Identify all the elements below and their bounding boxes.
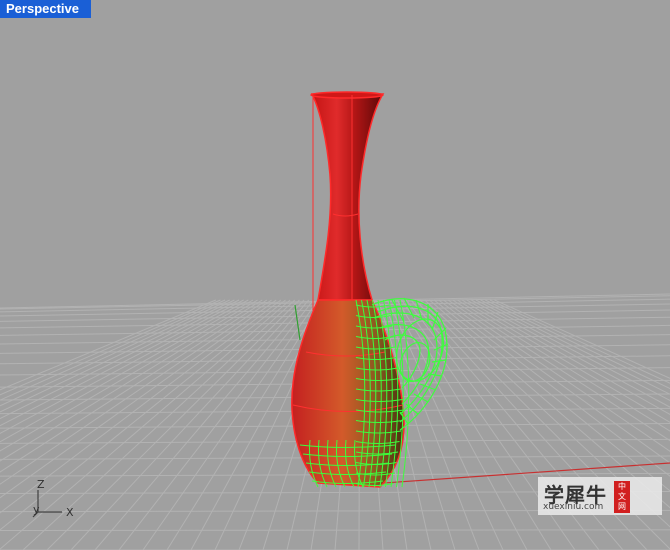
- z-axis-label: Z: [37, 478, 45, 491]
- watermark-badge: 中文网: [614, 481, 630, 513]
- watermark-url: xuexiniu.com: [543, 502, 604, 512]
- x-axis-label: X: [66, 506, 74, 519]
- grid-line: [142, 299, 319, 550]
- viewport-title-tab[interactable]: Perspective: [0, 0, 91, 18]
- scene-canvas[interactable]: [0, 0, 670, 550]
- vase-neck-surface: [310, 93, 385, 301]
- perspective-viewport[interactable]: Perspective Z y X 学犀牛 xuexiniu.com 中文网: [0, 0, 670, 550]
- grid-line: [46, 299, 300, 550]
- vase-rim: [310, 91, 384, 99]
- y-axis-label: y: [33, 503, 40, 516]
- vase-object[interactable]: [291, 91, 452, 488]
- grid-line: [0, 529, 670, 531]
- grid-line: [70, 299, 305, 550]
- watermark-logo: 学犀牛 xuexiniu.com 中文网: [538, 477, 662, 515]
